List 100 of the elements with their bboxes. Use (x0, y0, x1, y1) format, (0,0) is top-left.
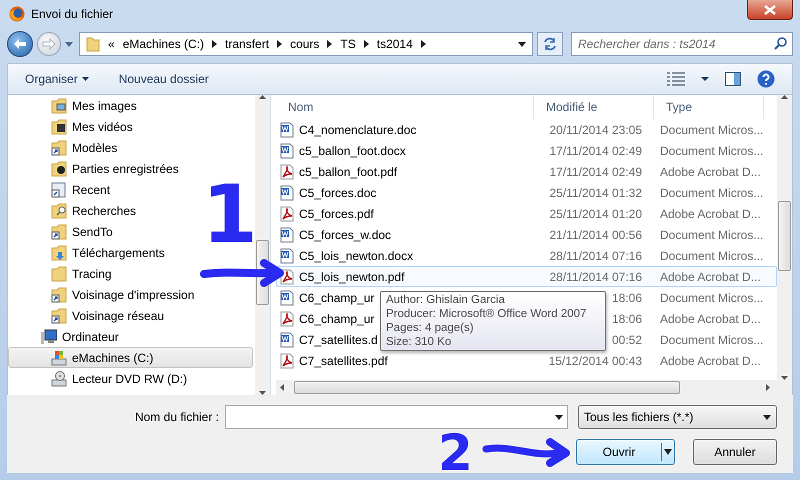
cancel-button[interactable]: Annuler (693, 439, 777, 465)
file-date: 25/11/2014 01:32 (549, 186, 642, 200)
file-type: Document Micros... (660, 186, 764, 200)
column-header[interactable]: Nom (276, 95, 534, 119)
scrollbar-thumb[interactable] (778, 201, 791, 271)
file-name[interactable]: C6_champ_ur (299, 288, 374, 306)
file-date: 15/12/2014 00:43 (548, 354, 642, 368)
chevron-right-icon[interactable] (327, 40, 332, 48)
breadcrumb[interactable]: cours (290, 35, 320, 53)
field-label: Nom du fichier : (134, 409, 219, 426)
organize-menu[interactable]: Organiser (25, 70, 89, 88)
file-name[interactable]: C6_champ_ur (299, 310, 374, 328)
dropdown-arrow-icon (763, 414, 771, 420)
file-name[interactable]: C5_lois_newton.docx (299, 246, 414, 264)
folder-icon (86, 36, 100, 52)
column-header[interactable]: Modifié le (534, 95, 654, 119)
view-list-icon[interactable] (667, 72, 685, 86)
file-type: Adobe Acrobat D... (660, 312, 761, 326)
help-icon[interactable] (757, 70, 775, 88)
dvd-drive-icon (51, 370, 67, 386)
nav-item[interactable]: Voisinage d'impression (8, 284, 200, 305)
file-type: Document Micros... (660, 122, 764, 136)
breadcrumb[interactable]: TS (340, 35, 356, 53)
filename-field[interactable] (225, 405, 568, 429)
word-document-icon (280, 142, 294, 158)
nav-item[interactable]: Voisinage réseau (8, 305, 170, 326)
scrollbar[interactable] (276, 380, 792, 395)
tooltip-line: Author: Ghislain Garcia (386, 293, 506, 307)
search-icon (774, 37, 787, 50)
column-header[interactable]: Type (654, 95, 764, 119)
breadcrumb[interactable]: transfert (225, 35, 270, 53)
scroll-left-icon[interactable] (280, 384, 284, 391)
file-name[interactable]: C5_lois_newton.pdf (299, 268, 404, 286)
search-field[interactable]: Rechercher dans : ts2014 (571, 32, 793, 56)
preview-pane-icon[interactable] (725, 72, 741, 86)
word-document-icon (280, 226, 294, 242)
breadcrumb[interactable]: ts2014 (376, 35, 413, 53)
file-type: Adobe Acrobat D... (660, 164, 761, 178)
forward-arrow-icon (42, 38, 56, 50)
new-folder-button[interactable]: Nouveau dossier (118, 70, 209, 88)
file-date: 17/11/2014 02:49 (549, 164, 642, 178)
word-document-icon (280, 332, 294, 348)
scrollbar[interactable] (777, 95, 792, 380)
back-button[interactable] (7, 31, 33, 57)
refresh-button[interactable] (537, 32, 563, 56)
file-row-highlight[interactable]: C5_lois_newton.pdf 28/11/2014 07:16 Adobe Acrobat D... (276, 266, 777, 287)
nav-item[interactable]: Lecteur DVD RW (D:) (8, 368, 192, 389)
close-button[interactable] (747, 0, 793, 20)
file-date: 18:06 (612, 312, 642, 326)
file-date: 17/11/2014 02:49 (549, 144, 642, 158)
nav-item[interactable]: Téléchargements (8, 242, 170, 263)
close-icon (764, 4, 776, 14)
address-bar[interactable]: « eMachines (C:) transfert cours TS ts2014 (79, 32, 533, 56)
file-name[interactable]: c5_ballon_foot.docx (299, 142, 406, 160)
file-name[interactable]: c5_ballon_foot.pdf (299, 162, 398, 180)
chevron-right-icon[interactable] (420, 40, 426, 48)
chevron-right-icon[interactable] (364, 40, 369, 48)
file-type: Document Micros... (660, 144, 764, 158)
file-name[interactable]: C7_satellites.d (299, 330, 378, 348)
chevron-right-icon[interactable] (277, 40, 282, 48)
tooltip-line: Pages: 4 page(s) (386, 321, 475, 335)
pdf-file-icon (280, 164, 294, 180)
scroll-right-icon[interactable] (766, 384, 770, 391)
scrollbar[interactable] (255, 95, 270, 395)
nav-item[interactable]: Recent (8, 179, 116, 200)
nav-item[interactable]: Ordinateur (8, 326, 124, 347)
nav-item[interactable]: Tracing (8, 263, 117, 284)
nav-item[interactable]: Mes images (8, 95, 142, 116)
overflow-chevron[interactable]: « (108, 35, 115, 53)
handwritten-digit: 1 (202, 175, 258, 255)
nav-item[interactable]: Modèles (8, 137, 122, 158)
pdf-file-icon (280, 206, 294, 222)
file-type: Document Micros... (660, 290, 764, 304)
nav-item[interactable]: SendTo (8, 221, 118, 242)
file-date: 18:06 (612, 290, 642, 304)
word-document-icon (280, 122, 294, 138)
file-name[interactable]: C5_forces.pdf (299, 204, 374, 222)
chevron-right-icon[interactable] (212, 40, 218, 48)
file-name[interactable]: C5_forces_w.doc (299, 226, 392, 244)
file-name[interactable]: C4_nomenclature.doc (299, 120, 416, 138)
nav-item[interactable]: Mes vidéos (8, 116, 138, 137)
file-type-dropdown[interactable]: Tous les fichiers (*.*) (578, 405, 777, 429)
open-button[interactable]: Ouvrir (576, 439, 675, 465)
dropdown-arrow-icon (555, 414, 563, 420)
caret-icon[interactable] (701, 77, 709, 81)
shortcut-folder-icon (51, 308, 67, 324)
nav-item[interactable]: Recherches (8, 200, 142, 221)
file-date: 28/11/2014 07:16 (549, 270, 642, 284)
recent-icon (51, 182, 67, 198)
file-name[interactable]: C5_forces.doc (299, 184, 376, 202)
caret-icon (662, 449, 674, 455)
file-date: 20/11/2014 23:05 (549, 122, 642, 136)
breadcrumb[interactable]: eMachines (C:) (122, 35, 204, 53)
file-name[interactable]: C7_satellites.pdf (299, 352, 388, 370)
shortcut-folder-icon (51, 286, 67, 302)
nav-item[interactable]: eMachines (C:) (8, 347, 253, 368)
download-folder-icon (51, 244, 67, 260)
scrollbar-thumb[interactable] (294, 381, 680, 394)
nav-item[interactable]: Parties enregistrées (8, 158, 184, 179)
dropdown-arrow-icon[interactable] (518, 42, 526, 46)
